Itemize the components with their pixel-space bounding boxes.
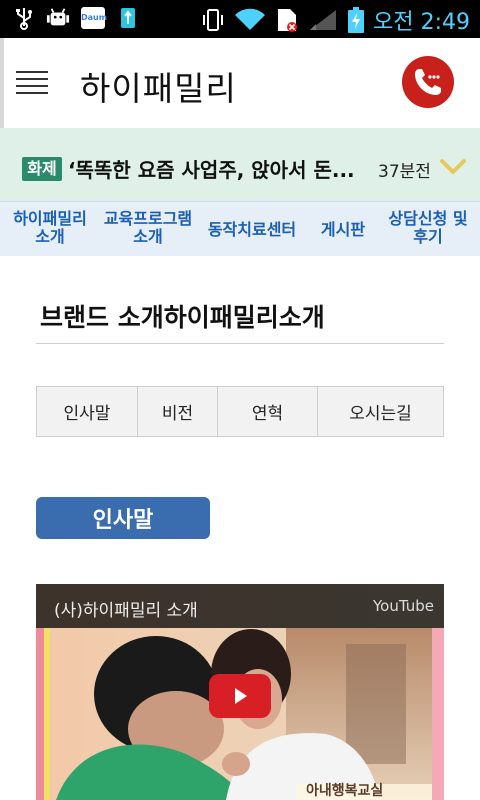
nav-item-about[interactable]: 하이패밀리 소개	[6, 210, 94, 246]
play-button[interactable]	[209, 674, 271, 718]
tab-greeting[interactable]: 인사말	[37, 387, 138, 436]
tab-vision[interactable]: 비전	[138, 387, 218, 436]
main-nav: 하이패밀리 소개 교육프로그램 소개 동작치료센터 게시판 상담신청 및 후기	[0, 201, 480, 256]
nav-label: 하이패밀리	[13, 209, 87, 228]
daum-app-icon: Daum	[80, 6, 107, 30]
usb-storage-icon	[116, 6, 140, 30]
nav-item-therapy-center[interactable]: 동작치료센터	[202, 221, 302, 239]
news-ticker[interactable]: 화제 ‘똑똑한 요즘 사업주, 앉아서 돈... 37분전	[0, 128, 480, 201]
play-icon	[235, 688, 247, 704]
signal-icon	[307, 8, 339, 32]
video-title-bar: (사)하이패밀리 소개 YouTube	[36, 584, 444, 628]
app-bar: 하이패밀리	[0, 38, 480, 128]
nav-label: 소개	[35, 227, 65, 246]
nav-item-programs[interactable]: 교육프로그램 소개	[98, 210, 198, 246]
tab-history[interactable]: 연혁	[218, 387, 318, 436]
nav-label: 게시판	[320, 220, 366, 239]
status-bar: Daum 오전 2:49	[0, 0, 480, 38]
video-title[interactable]: (사)하이패밀리 소개	[54, 596, 198, 621]
nav-label: 소개	[133, 227, 163, 246]
vibrate-icon	[201, 8, 225, 32]
nav-label: 상담신청 및	[388, 209, 468, 228]
wifi-icon	[233, 8, 267, 32]
battery-charging-icon	[347, 7, 365, 33]
clock: 오전 2:49	[373, 10, 470, 35]
call-button[interactable]	[402, 56, 454, 108]
app-title: 하이패밀리	[80, 69, 237, 108]
system-icons: 오전 2:49	[201, 4, 470, 36]
title-divider	[36, 343, 444, 344]
ticker-age: 37분전	[378, 162, 431, 182]
hamburger-menu-icon[interactable]	[16, 69, 48, 97]
nav-label: 후기	[413, 227, 443, 246]
topic-badge: 화제	[22, 157, 62, 181]
nav-label: 교육프로그램	[103, 209, 193, 228]
youtube-video[interactable]: 아내행복교실 (사)하이패밀리 소개 YouTube	[36, 584, 444, 800]
youtube-label[interactable]: YouTube	[373, 597, 434, 615]
nav-item-board[interactable]: 게시판	[312, 221, 374, 239]
chevron-down-icon[interactable]	[440, 158, 466, 180]
daum-label: Daum	[81, 7, 107, 29]
sim-error-icon	[275, 8, 299, 32]
usb-icon	[12, 6, 36, 30]
nav-item-consultation[interactable]: 상담신청 및 후기	[380, 210, 476, 246]
notification-icons: Daum	[12, 6, 140, 30]
thumbnail-caption: 아내행복교실	[306, 783, 384, 799]
greeting-section-button[interactable]: 인사말	[36, 497, 210, 539]
sub-tabs: 인사말 비전 연혁 오시는길	[36, 386, 444, 437]
tab-directions[interactable]: 오시는길	[318, 387, 443, 436]
phone-icon	[415, 69, 441, 95]
nav-label: 동작치료센터	[207, 220, 297, 239]
page-title: 브랜드 소개하이패밀리소개	[40, 303, 325, 332]
ticker-headline[interactable]: ‘똑똑한 요즘 사업주, 앉아서 돈...	[68, 154, 368, 183]
android-debug-icon	[46, 6, 70, 30]
